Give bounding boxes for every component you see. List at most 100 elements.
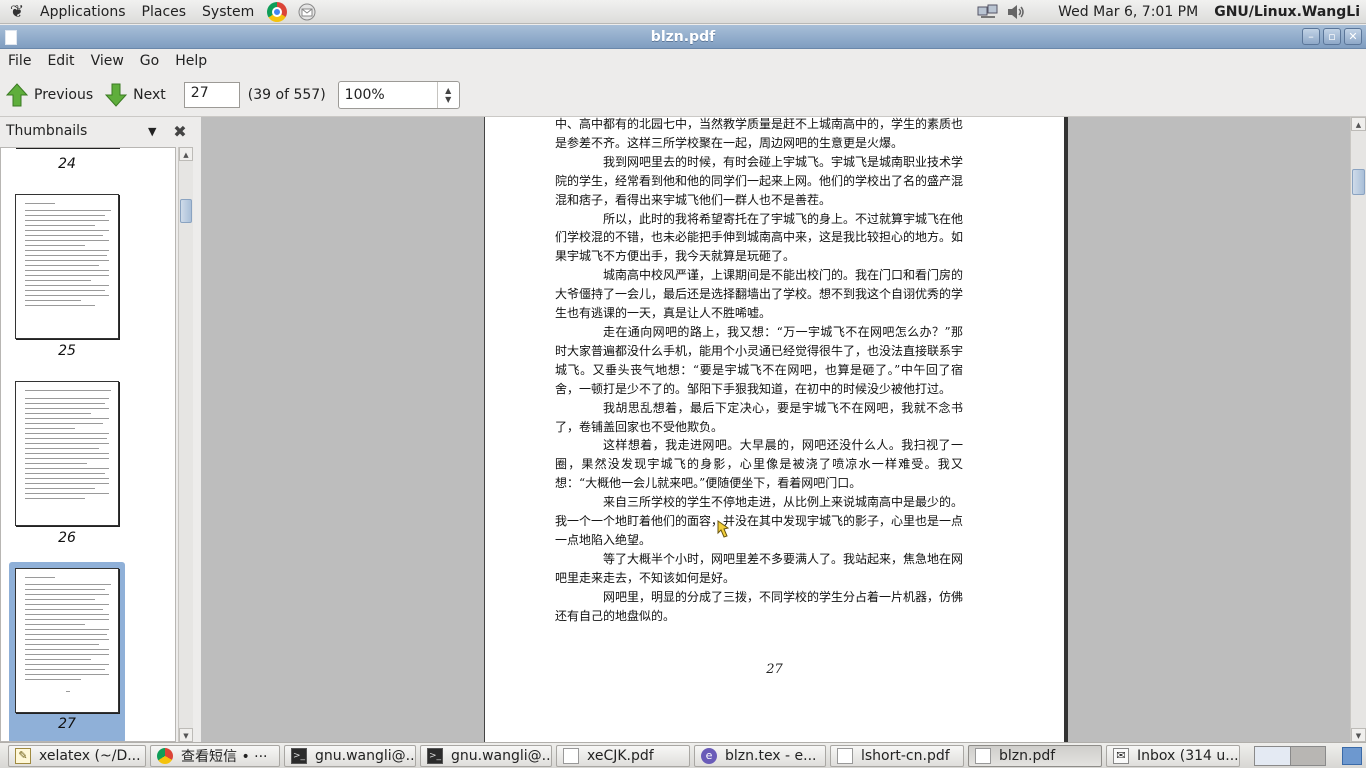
minimize-button[interactable]: –	[1302, 28, 1320, 45]
task-emacs[interactable]: e blzn.tex - e...	[694, 744, 826, 767]
task-label: xeCJK.pdf	[587, 747, 654, 764]
task-blzn-pdf[interactable]: blzn.pdf	[968, 744, 1102, 767]
paragraph: 这样想着，我走进网吧。大早晨的，网吧还没什么人。我扫视了一圈，果然没发现宇城飞的…	[555, 438, 963, 491]
menu-go[interactable]: Go	[132, 53, 167, 69]
workspace-switcher[interactable]	[1254, 745, 1326, 766]
paragraph: 网吧里，明显的分成了三拨，不同学校的学生分占着一片机器，仿佛还有自己的地盘似的。	[555, 589, 964, 623]
scrollbar-thumb[interactable]	[1352, 169, 1365, 195]
thumbnail-label: 25	[58, 343, 76, 359]
arrow-down-icon	[105, 83, 128, 107]
paragraph: 等了大概半个小时，网吧里差不多要满人了。我站起来，焦急地在网吧里走来走去，不知该…	[555, 551, 964, 585]
emacs-icon: e	[701, 747, 717, 764]
clock[interactable]: Wed Mar 6, 7:01 PM	[1030, 4, 1214, 20]
task-label: 查看短信 • ···	[181, 748, 268, 765]
thumbnail-label: 26	[58, 530, 76, 546]
close-window-button[interactable]: ✕	[1344, 28, 1362, 45]
thumbnail-label: 27	[58, 716, 76, 732]
next-label: Next	[133, 86, 166, 103]
chevron-down-icon[interactable]: ▼	[148, 125, 162, 138]
paragraph: 我到网吧里去的时候，有时会碰上宇城飞。宇城飞是城南职业技术学院的学生，经常看到他…	[555, 154, 964, 207]
task-xelatex[interactable]: ✎ xelatex (~/D...	[8, 744, 146, 767]
spin-arrows-icon[interactable]: ▲ ▼	[436, 81, 459, 108]
document-icon	[837, 747, 853, 764]
page-count: (39 of 557)	[247, 86, 326, 103]
chrome-icon	[157, 747, 173, 764]
thumbnail-page-24[interactable]: 24	[9, 147, 125, 176]
previous-page-button[interactable]: Previous	[0, 77, 99, 113]
thumbnail-page-26[interactable]: 26	[9, 380, 125, 555]
task-xecjk-pdf[interactable]: xeCJK.pdf	[556, 744, 690, 767]
network-icon[interactable]	[976, 2, 1000, 22]
page-number-input[interactable]: 27	[183, 81, 240, 108]
document-icon	[563, 747, 579, 764]
chrome-icon[interactable]	[266, 1, 288, 23]
task-lshort-pdf[interactable]: lshort-cn.pdf	[830, 744, 964, 767]
thumbnail-page-27[interactable]: 27	[9, 562, 125, 741]
task-label: gnu.wangli@...	[451, 747, 552, 764]
thumbnail-pane[interactable]: 24 25 26 27	[0, 147, 176, 742]
thumbnail-image	[15, 381, 119, 526]
thumbnail-image	[15, 194, 119, 339]
places-menu[interactable]: Places	[134, 0, 195, 24]
window-title: blzn.pdf	[650, 29, 716, 45]
system-menu[interactable]: System	[194, 0, 262, 24]
task-label: lshort-cn.pdf	[861, 747, 950, 764]
thumbnail-image	[15, 147, 119, 148]
maximize-button[interactable]: ▫	[1323, 28, 1341, 45]
scroll-down-icon[interactable]: ▼	[1351, 728, 1366, 742]
paragraph: 中、高中都有的北园七中，当然教学质量是赶不上城南高中的，学生的素质也是参差不齐。…	[555, 117, 964, 150]
paragraph: 我胡思乱想着，最后下定决心，要是宇城飞不在网吧，我就不念书了，卷铺盖回家也不受他…	[555, 400, 963, 434]
toolbar: Previous Next 27 (39 of 557) 100% ▲ ▼	[0, 73, 1366, 117]
window-titlebar[interactable]: blzn.pdf – ▫ ✕	[0, 25, 1366, 49]
menu-help[interactable]: Help	[167, 53, 215, 69]
mail-icon: ✉	[1113, 747, 1129, 764]
user-name[interactable]: GNU/Linux.WangLi	[1214, 4, 1366, 20]
task-label: gnu.wangli@...	[315, 747, 416, 764]
task-label: xelatex (~/D...	[39, 747, 141, 764]
paragraph: 来自三所学校的学生不停地走进，从比例上来说城南高中是最少的。我一个一个地盯着他们…	[555, 495, 964, 547]
task-label: Inbox (314 u...	[1137, 747, 1239, 764]
document-view[interactable]: 中、高中都有的北园七中，当然教学质量是赶不上城南高中的，学生的素质也是参差不齐。…	[201, 117, 1350, 742]
scroll-down-icon[interactable]: ▼	[179, 728, 193, 742]
applications-menu[interactable]: Applications	[32, 0, 134, 24]
hand-cursor-icon	[717, 520, 730, 538]
terminal-icon: >_	[291, 747, 307, 764]
paragraph: 走在通向网吧的路上，我又想：“万一宇城飞不在网吧怎么办？”那时大家普遍都没什么手…	[555, 324, 964, 396]
sidebar-header: Thumbnails ▼ ✖	[0, 117, 196, 145]
task-terminal-1[interactable]: >_ gnu.wangli@...	[284, 744, 416, 767]
menu-view[interactable]: View	[83, 53, 132, 69]
next-page-button[interactable]: Next	[99, 77, 172, 113]
arrow-up-icon	[6, 82, 28, 107]
trash-icon[interactable]	[1342, 746, 1362, 765]
task-chrome-sms[interactable]: 查看短信 • ···	[150, 744, 280, 767]
sidebar: Thumbnails ▼ ✖ 24 25 26 27 ▲ ▼	[0, 117, 196, 742]
volume-icon[interactable]	[1004, 2, 1028, 22]
thumbnail-label: 24	[58, 156, 76, 172]
top-panel: ❦ Applications Places System Wed Mar 6, …	[0, 0, 1366, 24]
scroll-up-icon[interactable]: ▲	[179, 147, 193, 161]
page-text: 中、高中都有的北园七中，当然教学质量是赶不上城南高中的，学生的素质也是参差不齐。…	[555, 117, 963, 625]
task-terminal-2[interactable]: >_ gnu.wangli@...	[420, 744, 552, 767]
thumbnail-image	[15, 568, 119, 713]
scroll-up-icon[interactable]: ▲	[1351, 117, 1366, 131]
page-number: 27	[766, 662, 783, 677]
pdf-page: 中、高中都有的北园七中，当然教学质量是赶不上城南高中的，学生的素质也是参差不齐。…	[484, 117, 1068, 742]
zoom-select[interactable]: 100% ▲ ▼	[337, 80, 460, 109]
close-icon[interactable]: ✖	[172, 122, 188, 141]
task-inbox[interactable]: ✉ Inbox (314 u...	[1106, 744, 1240, 767]
mail-notifier-icon[interactable]	[296, 1, 318, 23]
gnome-foot-icon[interactable]: ❦	[6, 1, 28, 23]
sidebar-mode-label[interactable]: Thumbnails	[6, 123, 148, 139]
previous-label: Previous	[34, 86, 94, 103]
menu-edit[interactable]: Edit	[39, 53, 82, 69]
scrollbar-thumb[interactable]	[180, 199, 192, 223]
task-label: blzn.pdf	[999, 747, 1056, 764]
workspace-1[interactable]	[1255, 746, 1291, 765]
document-icon	[975, 747, 991, 764]
sidebar-scrollbar[interactable]: ▲ ▼	[178, 147, 193, 742]
workspace-2[interactable]	[1290, 746, 1325, 765]
terminal-icon: >_	[427, 747, 443, 764]
thumbnail-page-25[interactable]: 25	[9, 193, 125, 368]
menu-file[interactable]: File	[0, 53, 39, 69]
document-scrollbar[interactable]: ▲ ▼	[1350, 117, 1366, 742]
